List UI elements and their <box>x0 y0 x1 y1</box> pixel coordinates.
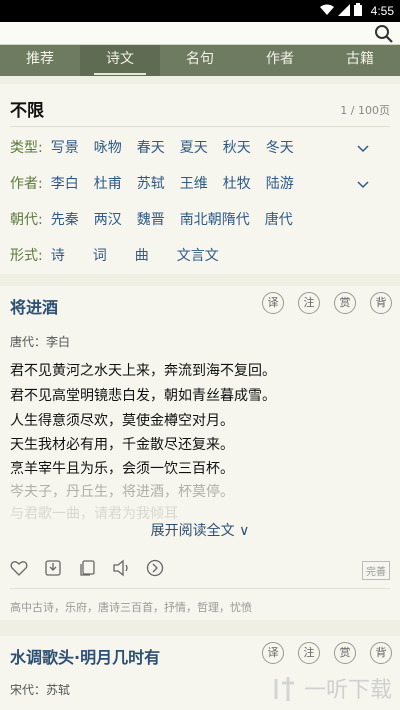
filter-row-author: 作者: 李白 杜甫 苏轼 王维 杜牧 陆游 <box>10 171 309 195</box>
card-actions <box>10 559 164 577</box>
poem-title[interactable]: 将进酒 <box>10 294 58 318</box>
filter-option[interactable]: 秋天 <box>223 137 251 157</box>
poem-line: 人生得意须尽欢，莫使金樽空对月。 <box>10 413 234 429</box>
poem-line: 天生我材必有用，千金散尽还复来。 <box>10 437 234 453</box>
poem-card[interactable]: 将进酒 译 注 赏 背 唐代：李白 君不见黄河之水天上来，奔流到海不复回。 君不… <box>0 286 400 620</box>
filter-option[interactable]: 两汉 <box>94 209 122 229</box>
tab-recommend[interactable]: 推荐 <box>0 45 80 76</box>
translate-button[interactable]: 译 <box>262 292 284 314</box>
tab-poems[interactable]: 诗文 <box>80 45 160 76</box>
filter-label: 作者: <box>10 176 43 192</box>
filter-option[interactable]: 词 <box>93 245 107 265</box>
tab-classics[interactable]: 古籍 <box>320 45 400 76</box>
tab-bar: 推荐 诗文 名句 作者 古籍 <box>0 45 400 76</box>
status-bar: 4:55 <box>0 0 400 22</box>
filter-option[interactable]: 文言文 <box>177 245 219 265</box>
search-input[interactable] <box>6 23 366 43</box>
search-bar <box>0 22 400 45</box>
chevron-down-icon[interactable] <box>356 141 370 155</box>
filter-option[interactable]: 诗 <box>51 245 65 265</box>
filter-option[interactable]: 杜甫 <box>94 173 122 193</box>
filter-label: 朝代: <box>10 212 43 228</box>
filter-option[interactable]: 曲 <box>135 245 149 265</box>
speaker-icon[interactable] <box>112 559 130 577</box>
divider <box>10 126 390 127</box>
recite-button[interactable]: 背 <box>370 292 392 314</box>
poem-actions: 译 注 赏 背 <box>262 642 392 664</box>
watermark-text: 一听下载 <box>303 678 392 703</box>
filter-option[interactable]: 冬天 <box>266 137 294 157</box>
signal-icon <box>338 3 350 16</box>
filter-label: 形式: <box>10 248 43 264</box>
filter-row-dynasty: 朝代: 先秦 两汉 魏晋 南北朝 隋代 唐代 <box>10 207 308 231</box>
recite-button[interactable]: 背 <box>370 642 392 664</box>
poem-author[interactable]: 宋代：苏轼 <box>10 681 70 698</box>
download-icon[interactable] <box>44 559 62 577</box>
annotate-button[interactable]: 注 <box>298 642 320 664</box>
complete-badge[interactable]: 完善 <box>362 561 390 580</box>
filter-option[interactable]: 咏物 <box>94 137 122 157</box>
filter-option[interactable]: 夏天 <box>180 137 208 157</box>
filter-option[interactable]: 苏轼 <box>137 173 165 193</box>
filter-option[interactable]: 王维 <box>180 173 208 193</box>
status-time: 4:55 <box>370 4 394 18</box>
poem-line: 君不见高堂明镜悲白发，朝如青丝暮成雪。 <box>10 388 276 404</box>
poem-author[interactable]: 唐代：李白 <box>10 333 70 350</box>
filter-option[interactable]: 写景 <box>51 137 79 157</box>
search-icon[interactable] <box>374 24 394 44</box>
filter-option[interactable]: 南北朝 <box>180 209 222 229</box>
watermark-logo-icon <box>274 677 294 701</box>
filter-option[interactable]: 隋代 <box>222 209 250 229</box>
filter-title: 不限 <box>10 101 44 121</box>
appreciate-button[interactable]: 赏 <box>334 292 356 314</box>
heart-icon[interactable] <box>10 559 28 577</box>
status-icons <box>320 3 362 16</box>
filter-option[interactable]: 杜牧 <box>223 173 251 193</box>
divider <box>10 588 390 589</box>
expand-full-text-link[interactable]: 展开阅读全文 ∨ <box>0 520 400 540</box>
poem-line: 君不见黄河之水天上来，奔流到海不复回。 <box>10 363 276 379</box>
filter-option[interactable]: 魏晋 <box>137 209 165 229</box>
copy-icon[interactable] <box>78 559 96 577</box>
tab-quotes[interactable]: 名句 <box>160 45 240 76</box>
tab-authors[interactable]: 作者 <box>240 45 320 76</box>
filter-option[interactable]: 春天 <box>137 137 165 157</box>
filter-label: 类型: <box>10 140 43 156</box>
poem-title[interactable]: 水调歌头·明月几时有 <box>10 644 160 668</box>
poem-tags[interactable]: 高中古诗，乐府，唐诗三百首，抒情，哲理，忧愤 <box>10 599 252 615</box>
chevron-down-icon[interactable] <box>356 177 370 191</box>
annotate-button[interactable]: 注 <box>298 292 320 314</box>
filter-row-form: 形式: 诗 词 曲 文言文 <box>10 243 234 267</box>
appreciate-button[interactable]: 赏 <box>334 642 356 664</box>
filter-panel: 不限 1 / 100页 类型: 写景 咏物 春天 夏天 秋天 冬天 作者: 李白… <box>0 84 400 274</box>
wifi-icon <box>320 4 334 15</box>
filter-option[interactable]: 先秦 <box>51 209 79 229</box>
poem-actions: 译 注 赏 背 <box>262 292 392 314</box>
poem-line: 岑夫子，丹丘生，将进酒，杯莫停。 <box>10 484 234 500</box>
filter-option[interactable]: 唐代 <box>265 209 293 229</box>
poem-line: 烹羊宰牛且为乐，会须一饮三百杯。 <box>10 461 234 477</box>
watermark: 一听下载 <box>272 672 392 704</box>
filter-row-type: 类型: 写景 咏物 春天 夏天 秋天 冬天 <box>10 135 309 159</box>
next-arrow-icon[interactable] <box>146 559 164 577</box>
battery-icon <box>354 3 362 16</box>
page-count: 1 / 100页 <box>340 104 390 117</box>
filter-option[interactable]: 陆游 <box>266 173 294 193</box>
translate-button[interactable]: 译 <box>262 642 284 664</box>
filter-option[interactable]: 李白 <box>51 173 79 193</box>
